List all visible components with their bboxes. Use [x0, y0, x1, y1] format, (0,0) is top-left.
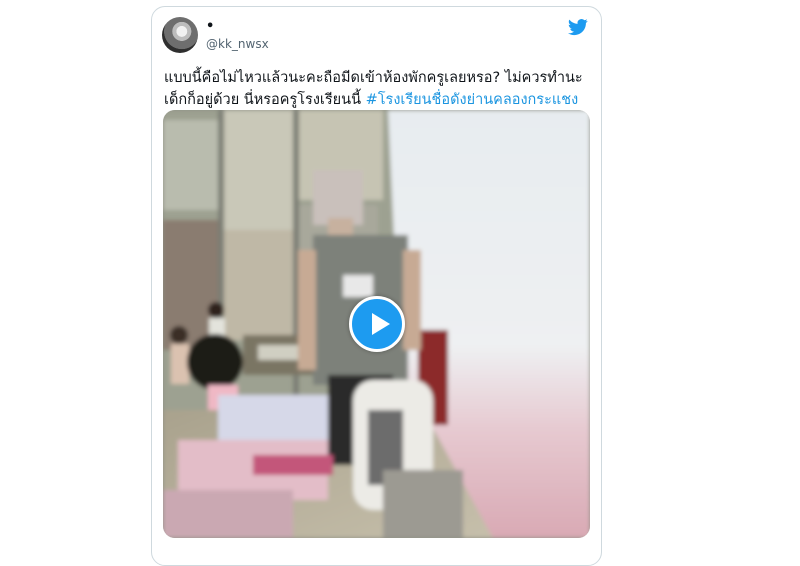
video-thumbnail[interactable] — [163, 110, 590, 538]
hashtag-link[interactable]: #โรงเรียนชื่อดังย่านคลองกระแชง — [366, 92, 579, 108]
tweet-text-line-2: เด็กก็อยู่ด้วย นี่หรอครูโรงเรียนนี้ #โรง… — [164, 89, 594, 111]
tweet-text-line-2-body: เด็กก็อยู่ด้วย นี่หรอครูโรงเรียนนี้ — [164, 92, 366, 108]
tweet-card[interactable]: • @kk_nwsx แบบนี้คือไม่ไหวแล้วนะคะถือมีด… — [151, 6, 602, 566]
tweet-text-line-1: แบบนี้คือไม่ไหวแล้วนะคะถือมีดเข้าห้องพัก… — [164, 70, 583, 86]
display-name[interactable]: • — [206, 19, 214, 34]
tweet-text: แบบนี้คือไม่ไหวแล้วนะคะถือมีดเข้าห้องพัก… — [164, 67, 594, 111]
play-icon[interactable] — [349, 296, 405, 352]
twitter-bird-icon[interactable] — [567, 17, 589, 37]
avatar[interactable] — [162, 17, 198, 53]
user-handle[interactable]: @kk_nwsx — [206, 37, 269, 51]
